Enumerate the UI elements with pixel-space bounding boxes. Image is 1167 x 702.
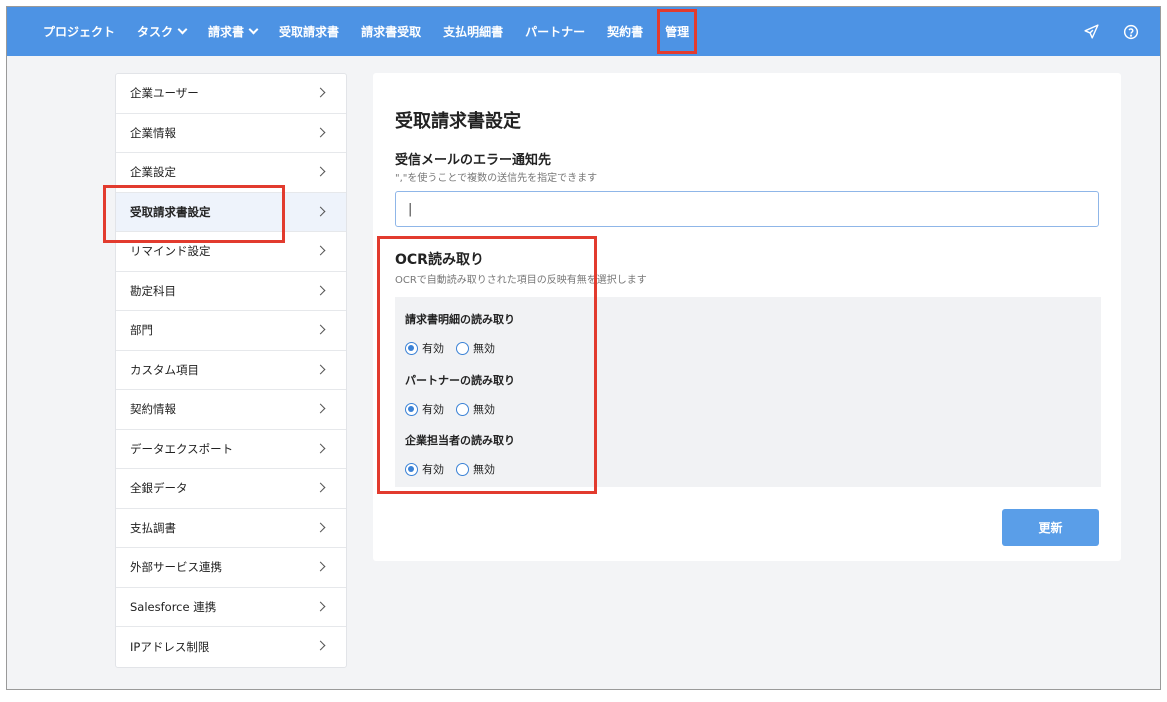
nav-label: 請求書受取	[361, 25, 422, 39]
chevron-down-icon	[177, 24, 188, 34]
highlight-annotation	[103, 185, 285, 243]
sidebar-item-label: 契約情報	[130, 402, 176, 417]
sidebar-item-label: 外部サービス連携	[130, 560, 222, 575]
nav-invoice-receipt[interactable]: 請求書受取	[361, 7, 421, 56]
sidebar-item-zengin-data[interactable]: 全銀データ	[116, 469, 346, 509]
nav-partners[interactable]: パートナー	[525, 7, 585, 56]
chevron-right-icon	[315, 127, 326, 137]
app-frame: プロジェクト タスク 請求書 受取請求書 請求書受取 支払明細書 パートナー 契…	[6, 6, 1161, 690]
nav-projects[interactable]: プロジェクト	[43, 7, 115, 56]
sidebar-item-label: 企業情報	[130, 125, 176, 140]
nav-label: 契約書	[607, 25, 644, 39]
chevron-right-icon	[315, 443, 326, 453]
update-button[interactable]: 更新	[1002, 509, 1099, 546]
nav-label: 支払明細書	[443, 25, 504, 39]
chevron-right-icon	[315, 285, 326, 295]
sidebar-item-label: IPアドレス制限	[130, 639, 210, 654]
chevron-right-icon	[315, 166, 326, 177]
error-email-input[interactable]	[395, 191, 1099, 227]
chevron-down-icon	[248, 24, 259, 34]
sidebar-item-departments[interactable]: 部門	[116, 311, 346, 351]
top-navigation-bar: プロジェクト タスク 請求書 受取請求書 請求書受取 支払明細書 パートナー 契…	[7, 7, 1160, 56]
sidebar-item-label: リマインド設定	[130, 244, 211, 259]
sidebar-item-payment-records[interactable]: 支払調書	[116, 509, 346, 548]
chevron-right-icon	[315, 364, 326, 374]
sidebar-item-company-users[interactable]: 企業ユーザー	[116, 74, 346, 114]
chevron-right-icon	[315, 324, 326, 335]
help-circle-icon[interactable]	[1122, 23, 1140, 41]
nav-label: タスク	[137, 25, 174, 39]
nav-label: 受取請求書	[279, 25, 340, 39]
sidebar-item-contract-info[interactable]: 契約情報	[116, 390, 346, 430]
nav-label: パートナー	[525, 25, 586, 39]
chevron-right-icon	[315, 206, 326, 216]
sidebar-item-label: Salesforce 連携	[130, 599, 217, 614]
chevron-right-icon	[315, 522, 326, 532]
page-title: 受取請求書設定	[395, 111, 521, 132]
sidebar-item-label: データエクスポート	[130, 441, 234, 456]
nav-payment-statements[interactable]: 支払明細書	[443, 7, 503, 56]
chevron-right-icon	[315, 87, 326, 98]
settings-sidebar: 企業ユーザー 企業情報 企業設定 受取請求書設定 リマインド設定 勘定科目 部門…	[115, 73, 347, 668]
sidebar-item-salesforce[interactable]: Salesforce 連携	[116, 588, 346, 627]
sidebar-item-label: 勘定科目	[130, 283, 176, 298]
sidebar-item-label: 部門	[130, 323, 153, 338]
chevron-right-icon	[315, 640, 326, 651]
nav-tasks[interactable]: タスク	[137, 7, 188, 56]
sidebar-item-label: 企業設定	[130, 165, 176, 180]
sidebar-item-custom-fields[interactable]: カスタム項目	[116, 351, 346, 390]
chevron-right-icon	[315, 245, 326, 256]
sidebar-item-label: 全銀データ	[130, 481, 188, 496]
sidebar-item-company-info[interactable]: 企業情報	[116, 114, 346, 153]
nav-label: 請求書	[208, 25, 245, 39]
nav-label: プロジェクト	[43, 25, 116, 39]
nav-admin[interactable]: 管理	[657, 7, 698, 56]
sidebar-item-data-export[interactable]: データエクスポート	[116, 430, 346, 469]
email-section-title: 受信メールのエラー通知先	[395, 153, 552, 168]
nav-label: 管理	[665, 25, 690, 39]
topbar-actions	[1082, 7, 1140, 56]
nav-contracts[interactable]: 契約書	[607, 7, 643, 56]
sidebar-item-accounts[interactable]: 勘定科目	[116, 272, 346, 311]
chevron-right-icon	[315, 403, 326, 414]
chevron-right-icon	[315, 482, 326, 493]
nav-invoices[interactable]: 請求書	[208, 7, 259, 56]
sidebar-item-label: 支払調書	[130, 520, 176, 535]
chevron-right-icon	[315, 601, 326, 611]
sidebar-item-external-services[interactable]: 外部サービス連携	[116, 548, 346, 588]
sidebar-item-label: 企業ユーザー	[130, 86, 199, 101]
sidebar-item-ip-restriction[interactable]: IPアドレス制限	[116, 627, 346, 667]
paper-plane-icon[interactable]	[1082, 23, 1100, 41]
sidebar-item-label: カスタム項目	[130, 362, 199, 377]
email-section-description: ","を使うことで複数の送信先を指定できます	[395, 173, 598, 184]
nav-received-invoices[interactable]: 受取請求書	[279, 7, 339, 56]
highlight-annotation	[377, 236, 597, 494]
chevron-right-icon	[315, 561, 326, 572]
